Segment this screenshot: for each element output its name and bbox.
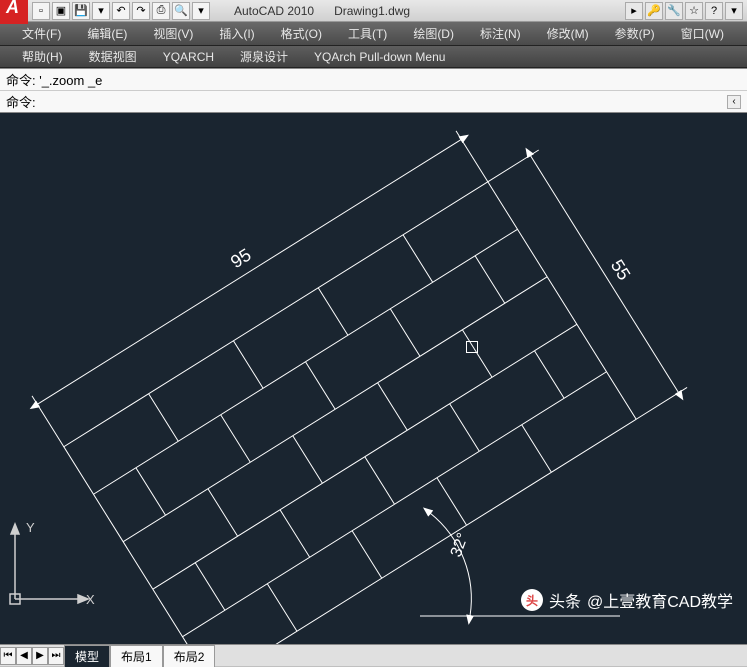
drawing-canvas[interactable]: 95 55 32° Y X 头 头条 @上壹教育CAD教学 <box>0 113 747 644</box>
app-name: AutoCAD 2010 <box>234 4 314 18</box>
qat-redo-icon[interactable]: ↷ <box>132 2 150 20</box>
watermark: 头 头条 @上壹教育CAD教学 <box>521 588 733 612</box>
menu-window[interactable]: 窗口(W) <box>671 23 734 44</box>
title-right-tools: ▸ 🔑 🔧 ☆ ? ▾ <box>625 2 747 20</box>
qat-new-icon[interactable]: ▫ <box>32 2 50 20</box>
dim-width-label: 95 <box>227 245 255 273</box>
command-expand-icon[interactable]: ‹ <box>727 95 741 109</box>
ucs-y-label: Y <box>26 520 35 535</box>
star-icon[interactable]: ☆ <box>685 2 703 20</box>
menu-view[interactable]: 视图(V) <box>143 23 203 44</box>
menu-yuanquan[interactable]: 源泉设计 <box>230 46 298 67</box>
menubar-secondary: 帮助(H) 数据视图 YQARCH 源泉设计 YQArch Pull-down … <box>0 46 747 68</box>
menu-parametric[interactable]: 参数(P) <box>605 23 665 44</box>
menu-draw[interactable]: 绘图(D) <box>403 23 464 44</box>
file-name: Drawing1.dwg <box>334 4 410 18</box>
watermark-icon: 头 <box>521 589 543 611</box>
watermark-prefix: 头条 <box>549 588 581 612</box>
menu-tools[interactable]: 工具(T) <box>338 23 397 44</box>
qat-find-icon[interactable]: 🔍 <box>172 2 190 20</box>
menu-dataview[interactable]: 数据视图 <box>79 46 147 67</box>
menu-edit[interactable]: 编辑(E) <box>77 23 137 44</box>
key-icon[interactable]: 🔑 <box>645 2 663 20</box>
menu-help[interactable]: 帮助(H) <box>12 46 73 67</box>
arrow-icon[interactable]: ▸ <box>625 2 643 20</box>
qat-save-icon[interactable]: 💾 <box>72 2 90 20</box>
quick-access-toolbar: ▫ ▣ 💾 ▾ ↶ ↷ ⎙ 🔍 ▾ <box>28 2 214 20</box>
qat-undo-icon[interactable]: ↶ <box>112 2 130 20</box>
watermark-text: @上壹教育CAD教学 <box>587 588 733 612</box>
tab-nav-last[interactable]: ⏭ <box>48 647 64 665</box>
menu-modify[interactable]: 修改(M) <box>537 23 599 44</box>
help-icon[interactable]: ? <box>705 2 723 20</box>
tab-model[interactable]: 模型 <box>64 645 110 667</box>
qat-print-icon[interactable]: ⎙ <box>152 2 170 20</box>
layout-tabbar: ⏮ ◀ ▶ ⏭ 模型 布局1 布局2 <box>0 644 747 666</box>
menu-yqarch[interactable]: YQARCH <box>153 48 224 66</box>
tab-nav-prev[interactable]: ◀ <box>16 647 32 665</box>
menu-format[interactable]: 格式(O) <box>271 23 332 44</box>
dropdown-icon[interactable]: ▾ <box>725 2 743 20</box>
ucs-x-label: X <box>86 592 95 607</box>
tab-layout1[interactable]: 布局1 <box>110 645 163 667</box>
selection-pickbox <box>466 341 478 353</box>
qat-open-icon[interactable]: ▣ <box>52 2 70 20</box>
qat-help-icon[interactable]: ▾ <box>192 2 210 20</box>
menu-insert[interactable]: 插入(I) <box>209 23 264 44</box>
app-logo[interactable] <box>0 0 28 24</box>
drawing-svg: 95 55 32° <box>0 113 747 644</box>
wrench-icon[interactable]: 🔧 <box>665 2 683 20</box>
qat-dropdown-icon[interactable]: ▾ <box>92 2 110 20</box>
dim-height-label: 55 <box>607 256 635 284</box>
tab-layout2[interactable]: 布局2 <box>163 645 216 667</box>
command-input[interactable] <box>36 94 727 109</box>
menu-file[interactable]: 文件(F) <box>12 23 71 44</box>
menu-dimension[interactable]: 标注(N) <box>470 23 531 44</box>
menu-yqarch-pull[interactable]: YQArch Pull-down Menu <box>304 48 455 66</box>
command-bar: 命令: '_.zoom _e 命令: ‹ <box>0 68 747 113</box>
tab-nav-first[interactable]: ⏮ <box>0 647 16 665</box>
command-history: 命令: '_.zoom _e <box>6 70 102 89</box>
tab-nav-next[interactable]: ▶ <box>32 647 48 665</box>
command-prompt: 命令: <box>6 92 36 111</box>
ucs-icon: Y X <box>8 516 98 616</box>
menubar-primary: 文件(F) 编辑(E) 视图(V) 插入(I) 格式(O) 工具(T) 绘图(D… <box>0 22 747 46</box>
